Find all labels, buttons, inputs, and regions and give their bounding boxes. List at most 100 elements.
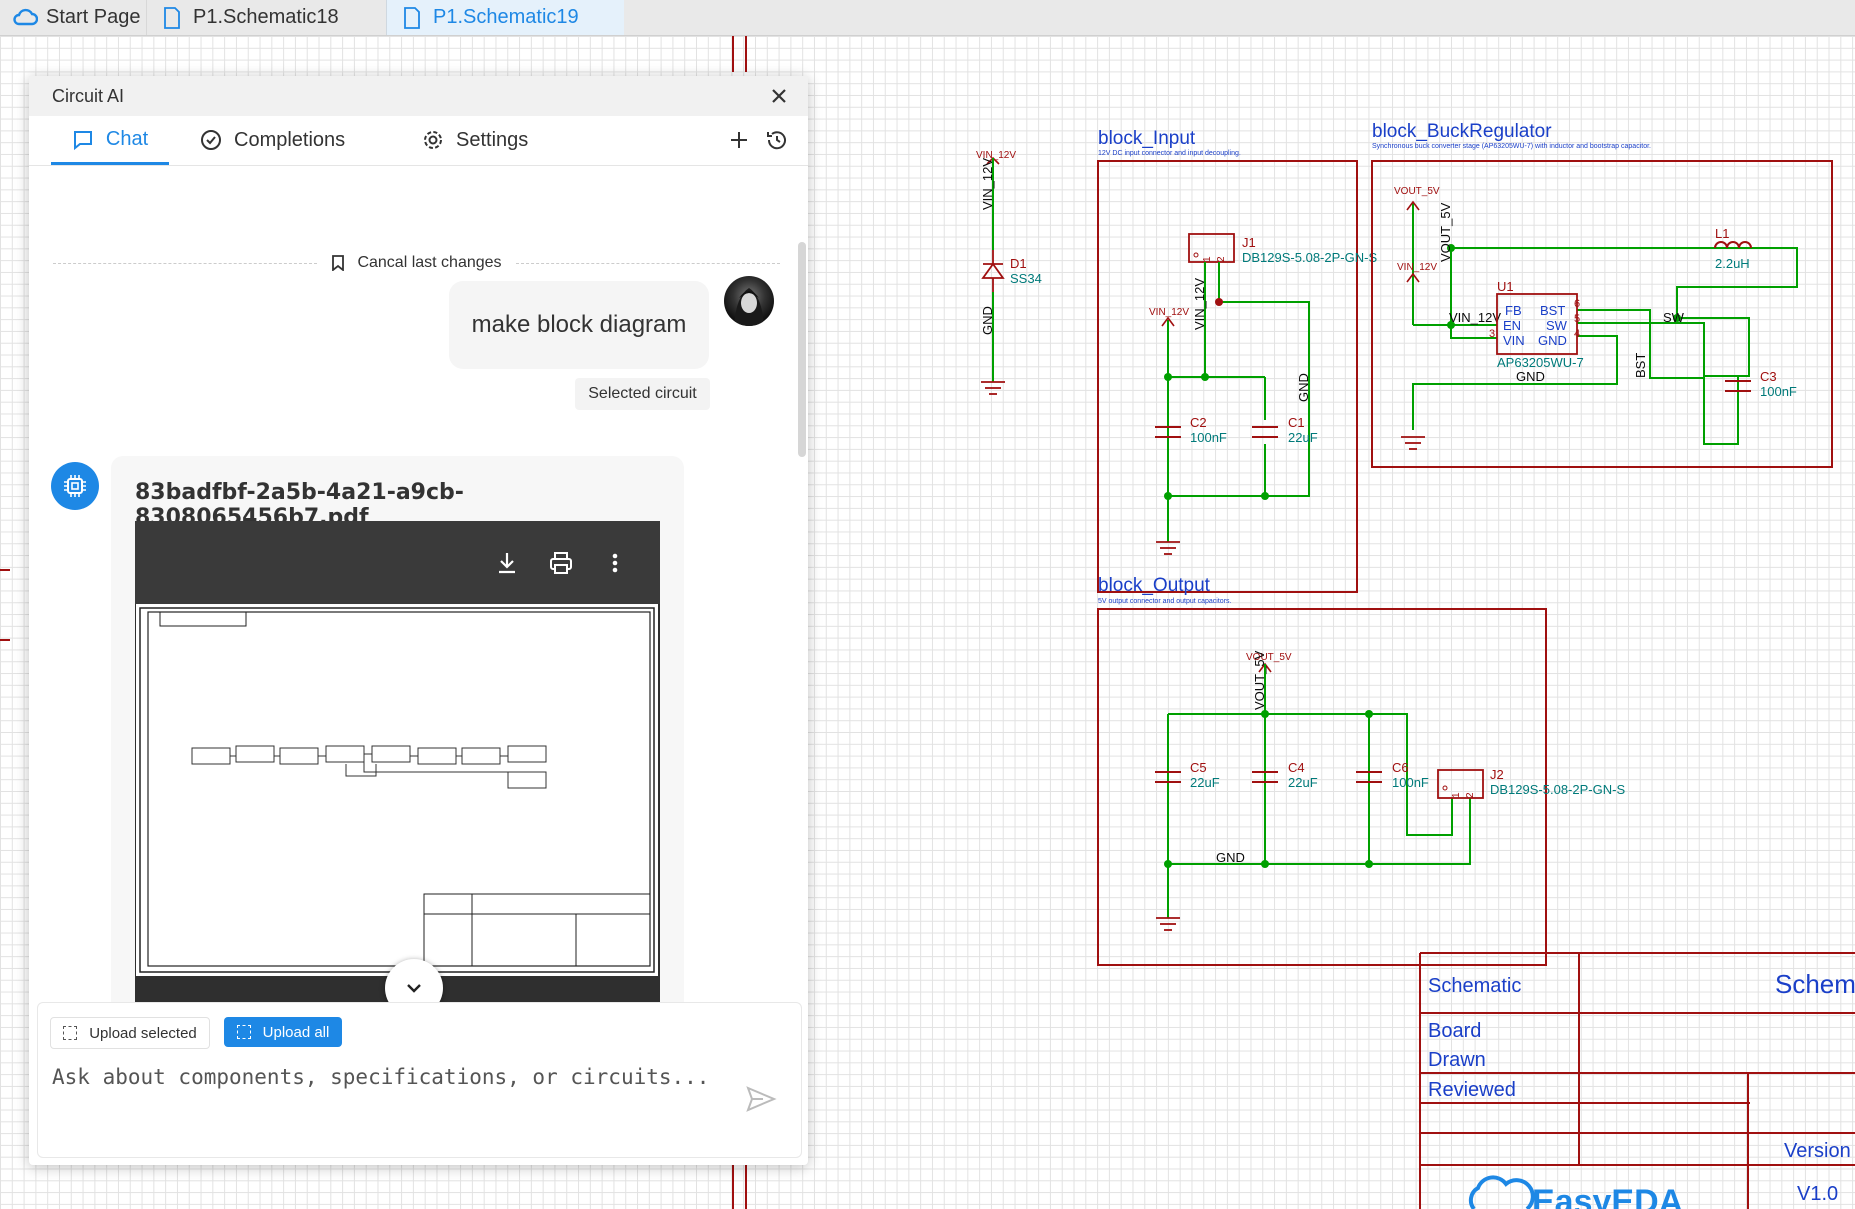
document-icon [159, 6, 185, 30]
sw-net-label: SW [1663, 310, 1685, 325]
cancel-label: Cancal last changes [357, 254, 502, 271]
tab-start-page[interactable]: Start Page [0, 0, 144, 35]
button-label: Upload all [262, 1023, 330, 1041]
download-icon[interactable] [493, 549, 521, 577]
cancel-last-changes[interactable]: Cancal last changes [39, 250, 794, 276]
panel-header: Circuit AI [29, 76, 808, 116]
block-output[interactable]: block_Output 5V output connector and out… [1097, 575, 1625, 966]
c6-ref: C6 [1392, 760, 1409, 775]
u1-pin-3: 3 [1489, 328, 1495, 340]
c1-ref: C1 [1288, 415, 1305, 430]
j1-pin2: 2 [1216, 256, 1227, 262]
block-buck-desc: Synchronous buck converter stage (AP6320… [1372, 143, 1651, 150]
u1-pin-bst: BST [1540, 303, 1565, 318]
u1-pin-fb: FB [1505, 303, 1522, 318]
tb-board: Board [1428, 1020, 1481, 1042]
c3-value: 100nF [1760, 384, 1797, 399]
tab-schematic-19[interactable]: P1.Schematic19 [386, 0, 624, 35]
scrollbar[interactable] [798, 242, 806, 457]
block-buck-title: block_BuckRegulator [1372, 121, 1552, 142]
c4-ref: C4 [1288, 760, 1305, 775]
tab-label: P1.Schematic18 [193, 6, 339, 28]
pdf-toolbar [135, 521, 660, 604]
panel-title: Circuit AI [52, 86, 125, 106]
easyeda-logo-icon [1468, 1175, 1535, 1209]
tab-settings[interactable]: Settings [422, 117, 528, 163]
select-icon [63, 1026, 78, 1040]
tb-version: Version [1784, 1140, 1851, 1162]
gnd-label: GND [1216, 850, 1245, 865]
j1-pin1: 1 [1202, 256, 1213, 262]
bst-net-label: BST [1633, 353, 1648, 378]
tb-version-value: V1.0 [1797, 1183, 1838, 1205]
avatar [724, 276, 774, 326]
block-input-title: block_Input [1098, 128, 1196, 149]
tb-reviewed: Reviewed [1428, 1079, 1516, 1101]
tab-schematic-18[interactable]: P1.Schematic18 [146, 0, 384, 35]
tb-schem-cut: Schem [1775, 969, 1855, 999]
tb-schematic: Schematic [1428, 975, 1521, 997]
document-icon [399, 6, 425, 30]
tab-label: Settings [456, 128, 529, 151]
chat-icon [73, 130, 92, 150]
u1-pin-vin: VIN [1503, 333, 1525, 348]
d1-ref: D1 [1010, 256, 1027, 271]
select-icon [236, 1025, 251, 1039]
u1-pin-5: 5 [1574, 313, 1580, 325]
history-icon[interactable] [764, 127, 790, 153]
gear-icon [424, 131, 442, 149]
send-icon[interactable] [745, 1083, 777, 1115]
vin-label: VIN_12V [1449, 310, 1501, 325]
j2-ref: J2 [1490, 767, 1504, 782]
panel-tabs: Chat Completions Settings [29, 117, 808, 166]
u1-pin-sw: SW [1546, 318, 1568, 333]
tab-label: P1.Schematic19 [433, 6, 579, 28]
u1-pin-6: 6 [1574, 298, 1580, 310]
chat-messages[interactable]: Cancal last changes make block diagram S… [29, 166, 808, 1076]
bookmark-icon [332, 255, 345, 271]
upload-all-button[interactable]: Upload all [224, 1017, 342, 1047]
close-icon[interactable] [766, 83, 792, 109]
capacitor-c1 [1252, 426, 1278, 438]
u1-pin-en: EN [1503, 318, 1521, 333]
j2-pin2: 2 [1465, 792, 1476, 798]
buck-gnd-label: GND [1516, 369, 1545, 384]
pdf-page-preview [136, 604, 658, 976]
pdf-viewer[interactable] [135, 521, 660, 1046]
upload-selected-button[interactable]: Upload selected [50, 1017, 210, 1049]
button-label: Upload selected [89, 1024, 197, 1042]
gnd-label: GND [980, 306, 995, 335]
net-label-vin: VIN_12V [1397, 262, 1437, 273]
circuit-ai-panel: Circuit AI Chat Completions Settings Can… [29, 76, 808, 1165]
vin-label: VIN_12V [1192, 278, 1207, 330]
chip-label: Selected circuit [588, 385, 697, 402]
block-output-desc: 5V output connector and output capacitor… [1098, 598, 1232, 605]
selected-circuit-chip[interactable]: Selected circuit [575, 378, 710, 410]
c4-value: 22uF [1288, 775, 1318, 790]
vout-label: VOUT_5V [1438, 202, 1453, 262]
gnd-label: GND [1296, 373, 1311, 402]
diode-d1-group[interactable]: VIN_12V VIN_12V D1 SS34 GND [976, 150, 1042, 395]
plus-icon[interactable] [726, 127, 752, 153]
block-buck-regulator[interactable]: block_BuckRegulator Synchronous buck con… [1371, 121, 1833, 468]
tb-drawn: Drawn [1428, 1049, 1486, 1071]
u1-pin-gnd: GND [1538, 333, 1567, 348]
c2-value: 100nF [1190, 430, 1227, 445]
block-input-desc: 12V DC input connector and input decoupl… [1098, 150, 1241, 157]
tb-logo: EasyEDA [1532, 1183, 1683, 1209]
tab-chat[interactable]: Chat [51, 117, 169, 165]
user-message-text: make block diagram [471, 311, 687, 338]
check-circle-icon [201, 130, 221, 150]
tab-completions[interactable]: Completions [200, 117, 345, 163]
tab-label: Start Page [46, 6, 141, 28]
ai-response-card: 83badfbf-2a5b-4a21-a9cb-8308065456b7.pdf [111, 456, 684, 1058]
diode-symbol [981, 262, 1005, 279]
chat-input[interactable] [50, 1061, 714, 1145]
tab-label: Chat [105, 128, 149, 150]
block-input[interactable]: block_Input 12V DC input connector and i… [1097, 128, 1377, 593]
j1-ref: J1 [1242, 235, 1256, 250]
ai-chip-icon [51, 462, 99, 510]
print-icon[interactable] [547, 549, 575, 577]
more-vertical-icon[interactable] [601, 549, 629, 577]
user-message: make block diagram [449, 281, 709, 369]
